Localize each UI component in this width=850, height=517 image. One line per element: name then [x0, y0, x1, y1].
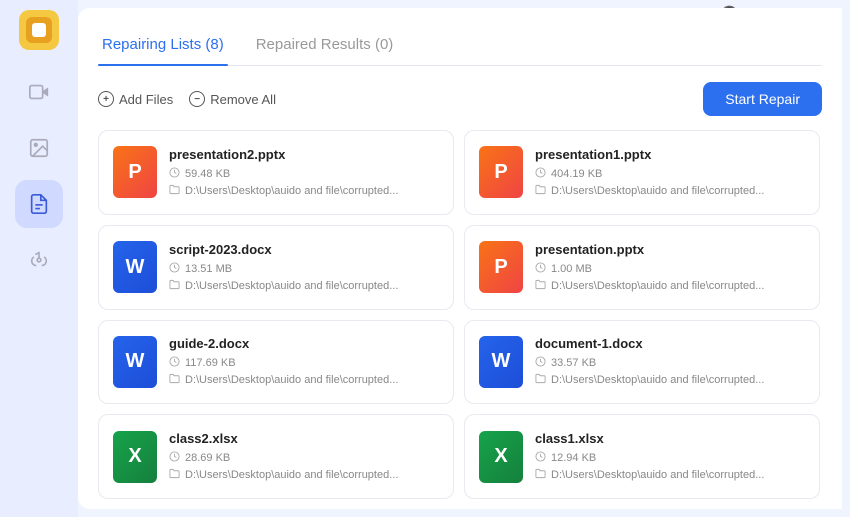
- file-grid: P presentation2.pptx 59.48 KB: [98, 130, 822, 499]
- main-content: Repairing Lists (8) Repaired Results (0)…: [78, 8, 842, 509]
- file-path: D:\Users\Desktop\auido and file\corrupte…: [535, 279, 805, 293]
- file-size: 117.69 KB: [169, 356, 439, 370]
- file-name: document-1.docx: [535, 336, 805, 351]
- size-icon: [169, 451, 180, 465]
- file-card: W document-1.docx 33.57 KB D: [464, 320, 820, 405]
- file-name: presentation1.pptx: [535, 147, 805, 162]
- remove-all-button[interactable]: − Remove All: [189, 91, 276, 107]
- folder-icon: [169, 184, 180, 198]
- tab-bar: Repairing Lists (8) Repaired Results (0): [98, 28, 822, 66]
- file-card: P presentation1.pptx 404.19 KB: [464, 130, 820, 215]
- file-info: class1.xlsx 12.94 KB D:\Users\Desktop\au…: [535, 431, 805, 482]
- file-name: script-2023.docx: [169, 242, 439, 257]
- file-type-icon: X: [113, 431, 157, 483]
- file-info: presentation2.pptx 59.48 KB D:\Users\Des…: [169, 147, 439, 198]
- toolbar: + Add Files − Remove All Start Repair: [98, 82, 822, 116]
- file-path: D:\Users\Desktop\auido and file\corrupte…: [169, 373, 439, 387]
- file-card: W guide-2.docx 117.69 KB D:\: [98, 320, 454, 405]
- add-files-button[interactable]: + Add Files: [98, 91, 173, 107]
- file-path: D:\Users\Desktop\auido and file\corrupte…: [169, 184, 439, 198]
- folder-icon: [169, 468, 180, 482]
- tab-repaired-results[interactable]: Repaired Results (0): [252, 28, 398, 65]
- file-type-icon: X: [479, 431, 523, 483]
- toolbar-left: + Add Files − Remove All: [98, 91, 276, 107]
- file-type-icon: W: [479, 336, 523, 388]
- folder-icon: [535, 468, 546, 482]
- file-path: D:\Users\Desktop\auido and file\corrupte…: [535, 468, 805, 482]
- file-info: class2.xlsx 28.69 KB D:\Users\Desktop\au…: [169, 431, 439, 482]
- file-name: presentation2.pptx: [169, 147, 439, 162]
- file-name: guide-2.docx: [169, 336, 439, 351]
- add-icon: +: [98, 91, 114, 107]
- file-path: D:\Users\Desktop\auido and file\corrupte…: [169, 468, 439, 482]
- file-size: 33.57 KB: [535, 356, 805, 370]
- file-size: 28.69 KB: [169, 451, 439, 465]
- file-card: P presentation2.pptx 59.48 KB: [98, 130, 454, 215]
- size-icon: [169, 356, 180, 370]
- tab-repairing-lists[interactable]: Repairing Lists (8): [98, 28, 228, 65]
- file-size: 12.94 KB: [535, 451, 805, 465]
- file-name: presentation.pptx: [535, 242, 805, 257]
- file-info: presentation1.pptx 404.19 KB D:\Users\De…: [535, 147, 805, 198]
- folder-icon: [169, 373, 180, 387]
- file-type-icon: W: [113, 241, 157, 293]
- size-icon: [535, 451, 546, 465]
- folder-icon: [535, 279, 546, 293]
- file-card: X class1.xlsx 12.94 KB D:\Us: [464, 414, 820, 499]
- size-icon: [169, 262, 180, 276]
- file-name: class1.xlsx: [535, 431, 805, 446]
- start-repair-button[interactable]: Start Repair: [703, 82, 822, 116]
- file-card: X class2.xlsx 28.69 KB D:\Us: [98, 414, 454, 499]
- size-icon: [169, 167, 180, 181]
- file-type-icon: P: [113, 146, 157, 198]
- sidebar-item-image[interactable]: [15, 124, 63, 172]
- app-logo: [19, 10, 59, 50]
- size-icon: [535, 262, 546, 276]
- file-info: document-1.docx 33.57 KB D:\Users\Deskto…: [535, 336, 805, 387]
- file-info: presentation.pptx 1.00 MB D:\Users\Deskt…: [535, 242, 805, 293]
- file-type-icon: P: [479, 241, 523, 293]
- file-size: 404.19 KB: [535, 167, 805, 181]
- file-type-icon: P: [479, 146, 523, 198]
- folder-icon: [169, 279, 180, 293]
- remove-icon: −: [189, 91, 205, 107]
- file-type-icon: W: [113, 336, 157, 388]
- size-icon: [535, 356, 546, 370]
- file-path: D:\Users\Desktop\auido and file\corrupte…: [535, 184, 805, 198]
- sidebar-item-video[interactable]: [15, 68, 63, 116]
- sidebar-item-audio[interactable]: [15, 236, 63, 284]
- file-info: script-2023.docx 13.51 MB D:\Users\Deskt…: [169, 242, 439, 293]
- sidebar-item-document[interactable]: [15, 180, 63, 228]
- file-card: W script-2023.docx 13.51 MB: [98, 225, 454, 310]
- file-size: 59.48 KB: [169, 167, 439, 181]
- sidebar: [0, 0, 78, 517]
- file-name: class2.xlsx: [169, 431, 439, 446]
- file-card: P presentation.pptx 1.00 MB: [464, 225, 820, 310]
- size-icon: [535, 167, 546, 181]
- file-path: D:\Users\Desktop\auido and file\corrupte…: [169, 279, 439, 293]
- file-size: 1.00 MB: [535, 262, 805, 276]
- file-info: guide-2.docx 117.69 KB D:\Users\Desktop\…: [169, 336, 439, 387]
- folder-icon: [535, 373, 546, 387]
- file-size: 13.51 MB: [169, 262, 439, 276]
- folder-icon: [535, 184, 546, 198]
- file-path: D:\Users\Desktop\auido and file\corrupte…: [535, 373, 805, 387]
